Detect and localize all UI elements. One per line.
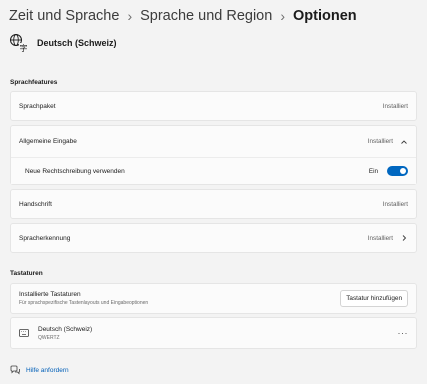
keyboard-icon: [19, 329, 29, 337]
keyboard-card: Deutsch (Schweiz) QWERTZ ···: [10, 317, 417, 349]
allgemeine-eingabe-status: Installiert: [367, 138, 393, 145]
breadcrumb-separator: ›: [280, 8, 285, 24]
keyboard-info: Deutsch (Schweiz) QWERTZ: [19, 326, 92, 341]
help-chat-icon: [10, 365, 20, 375]
section-title-tastaturen: Tastaturen: [10, 270, 43, 277]
section-title-sprachfeatures: Sprachfeatures: [10, 79, 58, 86]
installierte-tastaturen-description: Für sprachspezifische Tastenlayouts und …: [19, 300, 149, 306]
allgemeine-eingabe-label: Allgemeine Eingabe: [19, 138, 77, 145]
more-options-icon[interactable]: ···: [398, 328, 409, 338]
installierte-tastaturen-label: Installierte Tastaturen: [19, 291, 81, 298]
installierte-tastaturen-card: Installierte Tastaturen Für sprachspezif…: [10, 283, 417, 314]
spracherkennung-status-group: Installiert: [368, 234, 408, 242]
page-title: Optionen: [293, 8, 357, 24]
help-link[interactable]: Hilfe anfordern: [26, 367, 69, 374]
handschrift-status: Installiert: [382, 200, 408, 208]
chevron-up-icon[interactable]: [400, 138, 408, 146]
sprachpaket-card[interactable]: Sprachpaket Installiert: [10, 91, 417, 121]
spellcheck-row: Neue Rechtschreibung verwenden Ein: [11, 157, 416, 184]
breadcrumb-zeit-und-sprache[interactable]: Zeit und Sprache: [9, 8, 119, 24]
language-name: Deutsch (Schweiz): [37, 38, 117, 48]
add-keyboard-button[interactable]: Tastatur hinzufügen: [340, 290, 408, 307]
keyboard-layout: QWERTZ: [38, 334, 60, 341]
allgemeine-eingabe-status-group: Installiert: [368, 138, 408, 146]
help-link-group[interactable]: Hilfe anfordern: [10, 365, 69, 375]
spracherkennung-card[interactable]: Spracherkennung Installiert: [10, 223, 417, 253]
spellcheck-state: Ein: [368, 167, 378, 175]
chevron-right-icon: [402, 235, 407, 241]
spellcheck-toggle[interactable]: [387, 166, 408, 176]
sprachpaket-label: Sprachpaket: [19, 102, 56, 110]
breadcrumb: Zeit und Sprache › Sprache und Region › …: [9, 5, 357, 27]
handschrift-label: Handschrift: [19, 200, 52, 208]
allgemeine-eingabe-card: Allgemeine Eingabe Installiert Neue Rech…: [10, 125, 417, 185]
spracherkennung-status: Installiert: [367, 234, 393, 242]
spellcheck-toggle-group: Ein: [369, 166, 408, 176]
allgemeine-eingabe-header[interactable]: Allgemeine Eingabe Installiert: [11, 126, 416, 157]
spracherkennung-label: Spracherkennung: [19, 234, 71, 242]
spellcheck-label: Neue Rechtschreibung verwenden: [25, 167, 125, 175]
svg-text:字: 字: [20, 43, 28, 53]
handschrift-card[interactable]: Handschrift Installiert: [10, 189, 417, 219]
language-translate-icon: 字: [10, 34, 28, 53]
keyboard-name: Deutsch (Schweiz): [38, 325, 93, 333]
language-header: 字 Deutsch (Schweiz): [9, 31, 117, 55]
breadcrumb-separator: ›: [127, 8, 133, 24]
installierte-tastaturen-text: Installierte Tastaturen Für sprachspezif…: [19, 291, 148, 306]
breadcrumb-sprache-und-region[interactable]: Sprache und Region: [140, 8, 272, 24]
sprachpaket-status: Installiert: [382, 102, 408, 110]
toggle-knob: [400, 168, 406, 174]
